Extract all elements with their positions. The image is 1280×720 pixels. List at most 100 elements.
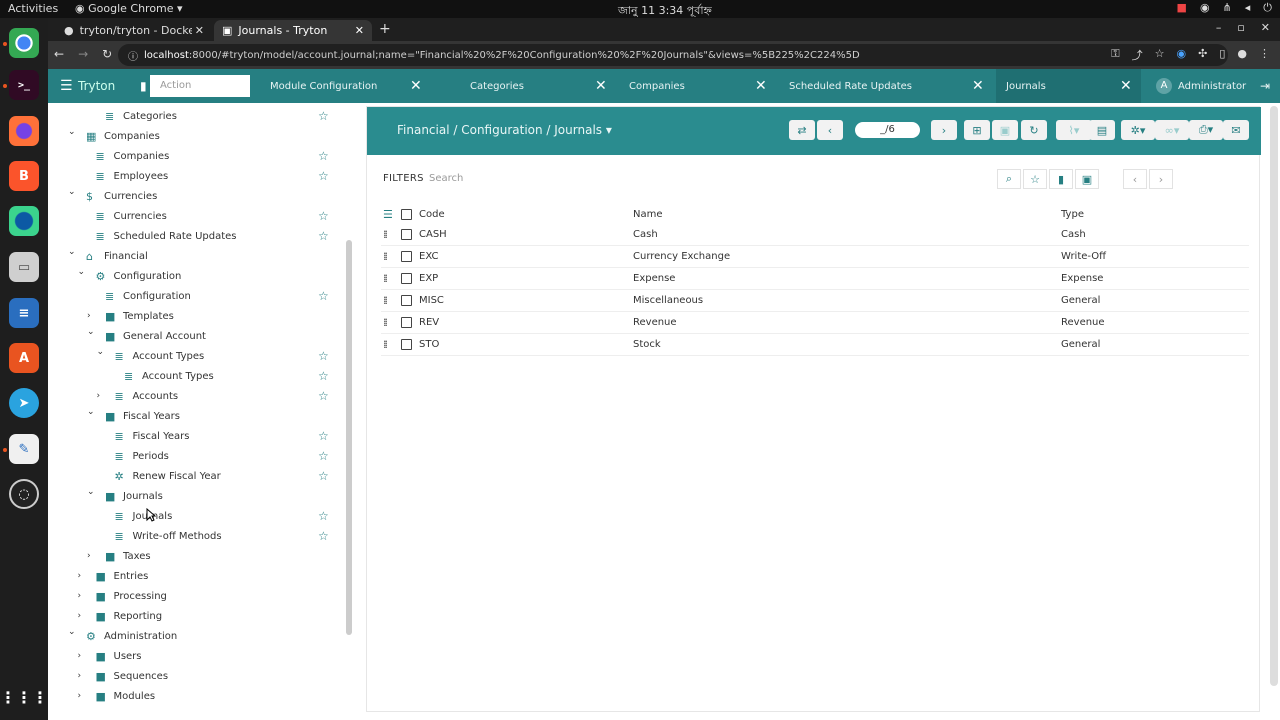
sidebar-item-currencies[interactable]: ≣ Currencies ☆: [48, 206, 348, 226]
column-header-type[interactable]: Type: [1061, 209, 1084, 220]
page-scrollbar[interactable]: [1270, 106, 1278, 686]
table-row[interactable]: ⁞⁞ REV Revenue Revenue: [381, 312, 1249, 334]
puzzle-icon[interactable]: ✣: [1198, 47, 1207, 63]
close-tab-icon[interactable]: ✕: [195, 24, 204, 37]
sidebar-item-write-off-methods[interactable]: ≣ Write-off Methods ☆: [48, 526, 348, 546]
sidebar-item-taxes[interactable]: › ■ Taxes: [48, 546, 348, 566]
drag-handle-icon[interactable]: ⁞⁞: [383, 272, 388, 285]
favorite-star-icon[interactable]: ☆: [318, 469, 329, 483]
tab-categories[interactable]: Categories ✕: [470, 69, 620, 103]
tab-module-configuration[interactable]: Module Configuration ✕: [270, 69, 430, 103]
maximize-icon[interactable]: ▫: [1237, 21, 1244, 34]
sidebar-item-companies[interactable]: ⌄ ▦ Companies: [48, 126, 348, 146]
software-dock-icon[interactable]: A: [9, 343, 39, 373]
logout-icon[interactable]: ⇥: [1260, 79, 1270, 93]
sidepanel-icon[interactable]: ▯: [1219, 47, 1225, 63]
favorite-star-icon[interactable]: ☆: [318, 229, 329, 243]
chevron-down-icon[interactable]: ⌄: [87, 487, 95, 497]
activities-button[interactable]: Activities: [8, 2, 58, 15]
save-button[interactable]: ▣: [992, 120, 1018, 140]
show-apps-icon[interactable]: ⋮⋮⋮: [0, 682, 48, 712]
table-row[interactable]: ⁞⁞ EXC Currency Exchange Write-Off: [381, 246, 1249, 268]
reload-icon[interactable]: ↻: [102, 47, 112, 61]
chevron-down-icon[interactable]: ⌄: [97, 347, 105, 357]
close-tab-icon[interactable]: ✕: [1120, 78, 1132, 94]
tab-journals[interactable]: Journals ✕: [996, 69, 1141, 103]
obs-dock-icon[interactable]: ◌: [9, 479, 39, 509]
chevron-down-icon[interactable]: ⌄: [78, 267, 86, 277]
extension-blue-icon[interactable]: ◉: [1177, 47, 1187, 63]
sidebar-item-journals[interactable]: ≣Journals☆: [48, 506, 348, 526]
row-checkbox[interactable]: [401, 339, 412, 350]
favorite-star-icon[interactable]: ☆: [318, 389, 329, 403]
sidebar-item-currencies[interactable]: ⌄ $ Currencies: [48, 186, 348, 206]
close-tab-icon[interactable]: ✕: [595, 78, 607, 94]
chevron-right-icon[interactable]: ›: [78, 651, 82, 661]
close-tab-icon[interactable]: ✕: [972, 78, 984, 94]
sidebar-item-account-types[interactable]: ⌄ ≣ Account Types ☆: [48, 346, 348, 366]
sidebar-item-financial[interactable]: ⌄ ⌂ Financial: [48, 246, 348, 266]
chevron-down-icon[interactable]: ⌄: [68, 247, 76, 257]
chevron-down-icon[interactable]: ⌄: [87, 407, 95, 417]
form-title[interactable]: Financial / Configuration / Journals ▾: [397, 123, 612, 137]
sidebar-item-reporting[interactable]: › ■ Reporting: [48, 606, 348, 626]
row-checkbox[interactable]: [401, 295, 412, 306]
previous-page-button[interactable]: ‹: [1123, 169, 1147, 189]
profile-avatar[interactable]: ●: [1237, 47, 1247, 63]
save-filter-button[interactable]: ☆: [1023, 169, 1047, 189]
favorite-star-icon[interactable]: ☆: [318, 209, 329, 223]
reload-button[interactable]: ↻: [1021, 120, 1047, 140]
favorite-star-icon[interactable]: ☆: [318, 169, 329, 183]
chevron-right-icon[interactable]: ›: [87, 551, 91, 561]
print-button[interactable]: ⎙▾: [1189, 120, 1223, 140]
sidebar-item-fiscal-years[interactable]: ⌄ ■ Fiscal Years: [48, 406, 348, 426]
sidebar-item-templates[interactable]: › ■ Templates: [48, 306, 348, 326]
files-dock-icon[interactable]: ▭: [9, 252, 39, 282]
next-record-button[interactable]: ›: [931, 120, 957, 140]
new-tab-icon[interactable]: +: [379, 21, 391, 37]
system-tray[interactable]: ■ ◉ ⋔ ◂ ⏻: [1177, 1, 1272, 15]
search-input[interactable]: Search: [429, 173, 989, 184]
edge-dock-icon[interactable]: [9, 206, 39, 236]
drag-handle-icon[interactable]: ⁞⁞: [383, 316, 388, 329]
sidebar-item-accounts[interactable]: › ≣ Accounts ☆: [48, 386, 348, 406]
notes-button[interactable]: ▤: [1089, 120, 1115, 140]
text-editor-dock-icon[interactable]: ✎: [9, 434, 39, 464]
chevron-right-icon[interactable]: ›: [97, 391, 101, 401]
sidebar-item-employees[interactable]: ≣ Employees ☆: [48, 166, 348, 186]
table-row[interactable]: ⁞⁞ MISC Miscellaneous General: [381, 290, 1249, 312]
row-checkbox[interactable]: [401, 273, 412, 284]
drag-handle-icon[interactable]: ⁞⁞: [383, 250, 388, 263]
columns-menu-icon[interactable]: ☰: [383, 208, 393, 221]
favorite-star-icon[interactable]: ☆: [318, 529, 329, 543]
close-window-icon[interactable]: ✕: [1261, 21, 1270, 34]
row-checkbox[interactable]: [401, 317, 412, 328]
site-info-icon[interactable]: ⓘ: [128, 48, 138, 63]
action-search-input[interactable]: Action: [150, 75, 250, 97]
sidebar-item-configuration[interactable]: ⌄ ⚙ Configuration: [48, 266, 348, 286]
email-button[interactable]: ✉: [1223, 120, 1249, 140]
sidebar-item-processing[interactable]: › ■ Processing: [48, 586, 348, 606]
drag-handle-icon[interactable]: ⁞⁞: [383, 228, 388, 241]
column-header-code[interactable]: Code: [419, 209, 445, 220]
sidebar-item-periods[interactable]: ≣ Periods ☆: [48, 446, 348, 466]
sidebar-scrollbar[interactable]: [346, 240, 352, 635]
chevron-right-icon[interactable]: ›: [78, 691, 82, 701]
sidebar-item-users[interactable]: › ■ Users: [48, 646, 348, 666]
close-tab-icon[interactable]: ✕: [355, 24, 364, 37]
table-row[interactable]: ⁞⁞ STO Stock General: [381, 334, 1249, 356]
favorite-star-icon[interactable]: ☆: [318, 369, 329, 383]
forward-icon[interactable]: →: [78, 47, 88, 61]
chevron-down-icon[interactable]: ⌄: [87, 327, 95, 337]
favorite-star-icon[interactable]: ☆: [318, 429, 329, 443]
chevron-right-icon[interactable]: ›: [78, 611, 82, 621]
chevron-down-icon[interactable]: ⌄: [68, 627, 76, 637]
drag-handle-icon[interactable]: ⁞⁞: [383, 338, 388, 351]
bookmark-filter-button[interactable]: ▮: [1049, 169, 1073, 189]
back-icon[interactable]: ←: [54, 47, 64, 61]
sidebar-item-administration[interactable]: ⌄ ⚙ Administration: [48, 626, 348, 646]
tab-companies[interactable]: Companies ✕: [629, 69, 789, 103]
filters-label[interactable]: FILTERS: [383, 173, 424, 184]
sidebar-item-account-types[interactable]: ≣ Account Types ☆: [48, 366, 348, 386]
address-bar[interactable]: ⓘ localhost:8000/#tryton/model/account.j…: [118, 44, 1228, 66]
